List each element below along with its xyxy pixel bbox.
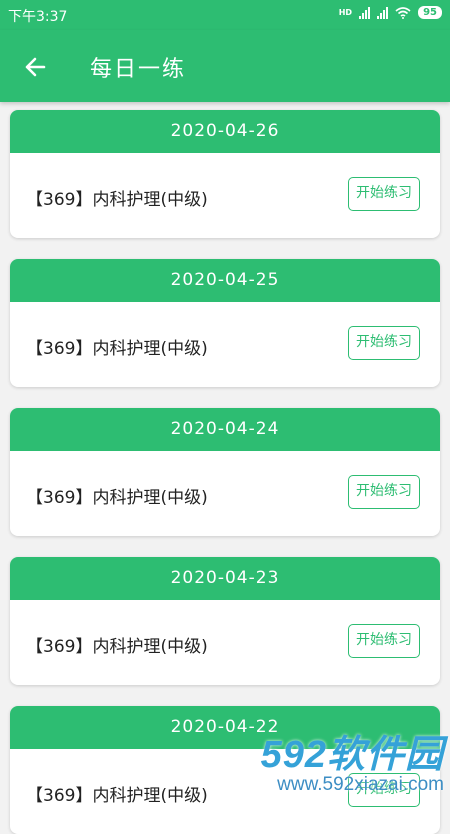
- start-practice-button[interactable]: 开始练习: [348, 177, 420, 211]
- practice-card: 2020-04-24 【369】内科护理(中级) 开始练习: [10, 408, 440, 536]
- signal-icon: [359, 6, 371, 19]
- start-practice-button[interactable]: 开始练习: [348, 326, 420, 360]
- card-date: 2020-04-23: [10, 557, 440, 600]
- practice-card: 2020-04-26 【369】内科护理(中级) 开始练习: [10, 110, 440, 238]
- card-date: 2020-04-24: [10, 408, 440, 451]
- wifi-icon: [395, 6, 411, 19]
- course-name: 【369】内科护理(中级): [26, 190, 208, 210]
- card-date: 2020-04-26: [10, 110, 440, 153]
- back-arrow-icon[interactable]: [20, 52, 50, 82]
- page-title: 每日一练: [90, 57, 187, 82]
- start-practice-button[interactable]: 开始练习: [348, 624, 420, 658]
- course-name: 【369】内科护理(中级): [26, 339, 208, 359]
- status-icons: HD 95: [339, 6, 442, 19]
- practice-card: 2020-04-25 【369】内科护理(中级) 开始练习: [10, 259, 440, 387]
- practice-card: 2020-04-22 【369】内科护理(中级) 开始练习: [10, 706, 440, 834]
- status-time: 下午3:37: [8, 9, 68, 25]
- signal-2-icon: [377, 6, 389, 19]
- card-date: 2020-04-22: [10, 706, 440, 749]
- course-name: 【369】内科护理(中级): [26, 786, 208, 806]
- course-name: 【369】内科护理(中级): [26, 488, 208, 508]
- card-date: 2020-04-25: [10, 259, 440, 302]
- battery-icon: 95: [418, 6, 442, 19]
- start-practice-button[interactable]: 开始练习: [348, 475, 420, 509]
- status-bar: 下午3:37 HD 95: [0, 0, 450, 30]
- course-name: 【369】内科护理(中级): [26, 637, 208, 657]
- practice-card: 2020-04-23 【369】内科护理(中级) 开始练习: [10, 557, 440, 685]
- hd-indicator: HD: [338, 8, 353, 17]
- app-bar: 每日一练: [0, 30, 450, 102]
- start-practice-button[interactable]: 开始练习: [348, 773, 420, 807]
